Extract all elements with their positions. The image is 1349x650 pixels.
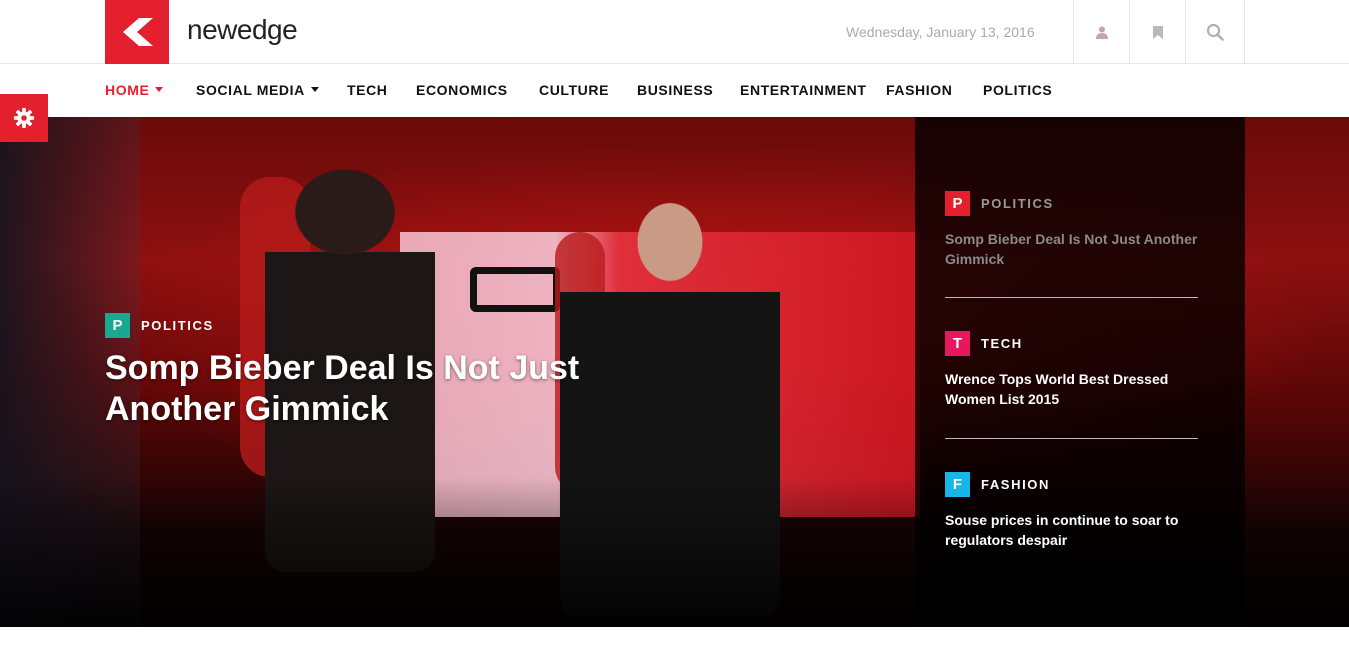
hero-category[interactable]: P POLITICS (105, 313, 665, 338)
top-header: newedge Wednesday, January 13, 2016 (0, 0, 1349, 64)
category-label: TECH (981, 336, 1023, 351)
category-label: FASHION (981, 477, 1050, 492)
side-category[interactable]: T TECH (945, 331, 1198, 356)
nav-item-tech[interactable]: TECH (347, 82, 388, 98)
category-badge: T (945, 331, 970, 356)
category-label: POLITICS (981, 196, 1054, 211)
category-badge: F (945, 472, 970, 497)
side-headline-item[interactable]: T TECH Wrence Tops World Best Dressed Wo… (945, 331, 1198, 409)
chevron-down-icon (310, 86, 319, 92)
side-headline-title[interactable]: Wrence Tops World Best Dressed Women Lis… (945, 369, 1198, 409)
nav-item-entertainment[interactable]: ENTERTAINMENT (740, 82, 867, 98)
nav-item-business[interactable]: BUSINESS (637, 82, 713, 98)
current-date: Wednesday, January 13, 2016 (846, 24, 1035, 40)
category-label: POLITICS (141, 318, 214, 333)
logo[interactable] (105, 0, 169, 64)
divider (945, 297, 1198, 298)
brand-name[interactable]: newedge (187, 14, 298, 46)
hero-caption: P POLITICS Somp Bieber Deal Is Not Just … (105, 313, 665, 430)
nav-item-economics[interactable]: ECONOMICS (416, 82, 508, 98)
nav-label: HOME (105, 82, 150, 98)
nav-item-culture[interactable]: CULTURE (539, 82, 609, 98)
nav-item-home[interactable]: HOME (105, 82, 164, 98)
user-button[interactable] (1073, 0, 1129, 64)
main-nav: HOME SOCIAL MEDIA TECH ECONOMICS CULTURE… (0, 64, 1349, 117)
side-category[interactable]: P POLITICS (945, 191, 1198, 216)
side-headline-item[interactable]: P POLITICS Somp Bieber Deal Is Not Just … (945, 191, 1198, 269)
search-icon (1206, 23, 1224, 41)
bookmark-icon (1152, 25, 1163, 39)
side-category[interactable]: F FASHION (945, 472, 1198, 497)
gear-icon (13, 107, 35, 129)
search-button[interactable] (1185, 0, 1245, 64)
nav-item-social-media[interactable]: SOCIAL MEDIA (196, 82, 319, 98)
hero-title[interactable]: Somp Bieber Deal Is Not Just Another Gim… (105, 348, 665, 430)
nav-item-politics[interactable]: POLITICS (983, 82, 1052, 98)
nav-item-fashion[interactable]: FASHION (886, 82, 952, 98)
settings-button[interactable] (0, 94, 48, 142)
side-headlines-panel: P POLITICS Somp Bieber Deal Is Not Just … (915, 117, 1245, 627)
category-badge: P (105, 313, 130, 338)
side-headline-title[interactable]: Somp Bieber Deal Is Not Just Another Gim… (945, 229, 1198, 269)
user-icon (1095, 26, 1108, 39)
category-badge: P (945, 191, 970, 216)
chevron-down-icon (155, 86, 164, 92)
logo-mark-icon (123, 18, 153, 46)
bookmark-button[interactable] (1129, 0, 1185, 64)
nav-label: SOCIAL MEDIA (196, 82, 305, 98)
side-headline-title[interactable]: Souse prices in continue to soar to regu… (945, 510, 1198, 550)
divider (945, 438, 1198, 439)
side-headline-item[interactable]: F FASHION Souse prices in continue to so… (945, 472, 1198, 550)
hero-background-graphic (470, 267, 560, 312)
